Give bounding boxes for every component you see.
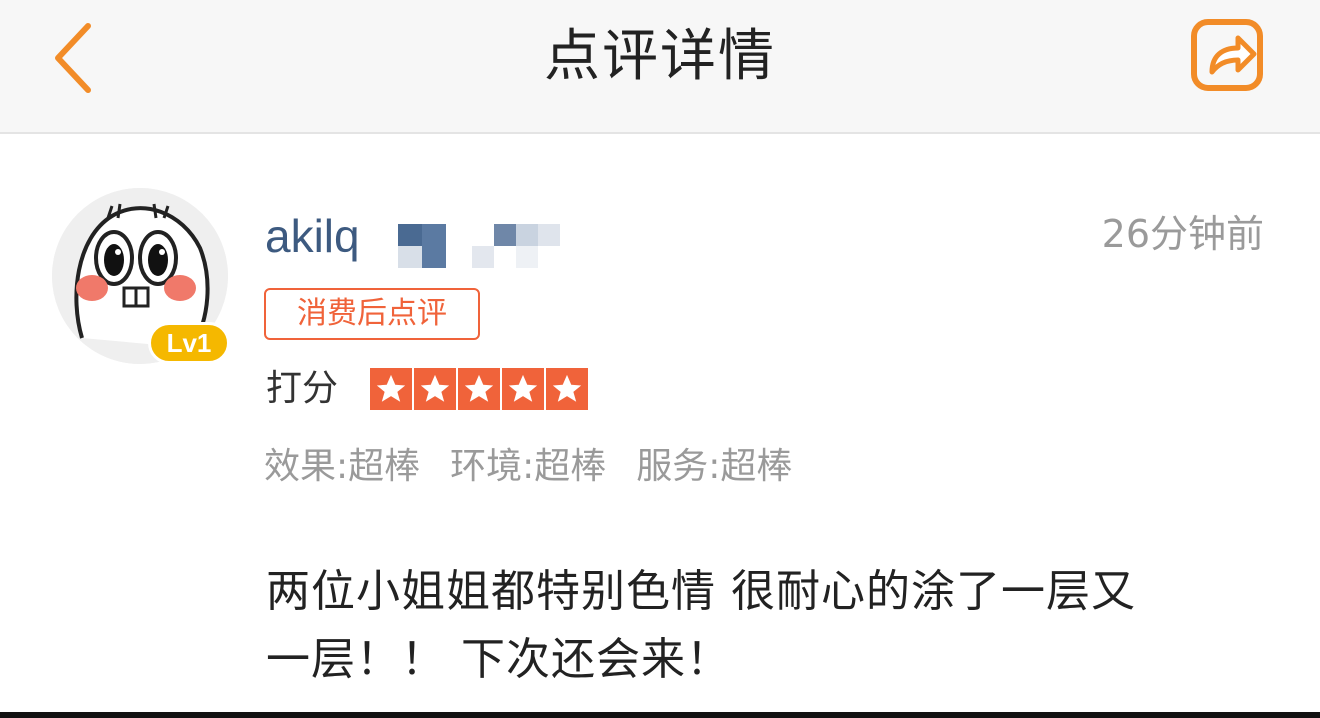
review-timestamp: 26分钟前 [1101, 212, 1264, 256]
star-icon [370, 368, 412, 410]
review-text: 两位小姐姐都特别色情 很耐心的涂了一层又 一层！！ 下次还会来！ [266, 558, 1256, 694]
review-text-line: 两位小姐姐都特别色情 很耐心的涂了一层又 [266, 566, 1136, 617]
bottom-edge [0, 712, 1320, 718]
star-icon [458, 368, 500, 410]
username[interactable]: akilq [265, 206, 360, 266]
sub-rating-environment: 环境:超棒 [450, 446, 607, 487]
sub-rating-effect: 效果:超棒 [264, 446, 421, 487]
star-icon [546, 368, 588, 410]
sub-rating-service: 服务:超棒 [636, 446, 793, 487]
share-button[interactable] [1188, 16, 1268, 96]
page-title: 点评详情 [544, 24, 776, 89]
share-icon [1191, 19, 1263, 91]
star-icon [414, 368, 456, 410]
sub-ratings: 效果:超棒 环境:超棒 服务:超棒 [264, 440, 792, 494]
verified-purchase-badge: 消费后点评 [264, 288, 480, 340]
top-nav-bar: 点评详情 [0, 0, 1320, 134]
review-text-line: 一层！！ 下次还会来！ [266, 634, 731, 685]
blurred-username-mosaic [398, 224, 560, 268]
level-badge: Lv1 [148, 322, 230, 364]
star-rating [370, 368, 588, 410]
rating-label: 打分 [266, 368, 339, 409]
star-icon [502, 368, 544, 410]
